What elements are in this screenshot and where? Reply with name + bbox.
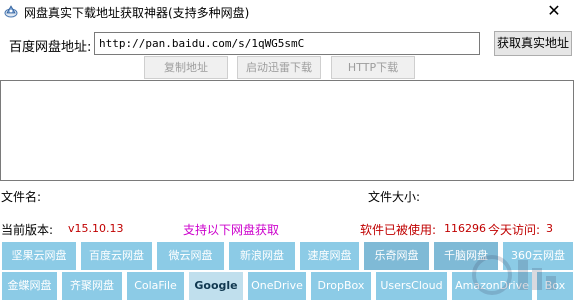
- service-tile-google[interactable]: Google: [189, 272, 243, 300]
- service-tile-dropbox[interactable]: DropBox: [311, 272, 371, 300]
- service-tile-userscloud[interactable]: UsersCloud: [376, 272, 447, 300]
- service-tile-onedrive[interactable]: OneDrive: [248, 272, 306, 300]
- close-button[interactable]: ✕: [534, 0, 574, 24]
- usage-count-label: 软件已被使用:: [360, 223, 437, 237]
- service-tile-jianguoyun[interactable]: 坚果云网盘: [2, 242, 76, 270]
- file-name-label: 文件名:: [1, 190, 42, 204]
- version-label: 当前版本:: [1, 223, 54, 237]
- file-size-label: 文件大小:: [368, 190, 421, 204]
- usage-count-value: 116296: [444, 222, 486, 235]
- window-title: 网盘真实下载地址获取神器(支持多种网盘): [24, 6, 250, 20]
- service-tile-sudu[interactable]: 速度网盘: [300, 242, 359, 270]
- service-tile-xinlang[interactable]: 新浪网盘: [229, 242, 295, 270]
- service-tile-leqi[interactable]: 乐奇网盘: [364, 242, 429, 270]
- today-visits-label: 今天访问:: [488, 223, 541, 237]
- url-label: 百度网盘地址:: [9, 40, 92, 55]
- copy-address-button[interactable]: 复制地址: [144, 56, 228, 79]
- supported-services-label: 支持以下网盘获取: [183, 223, 280, 237]
- start-thunder-download-button[interactable]: 启动迅雷下载: [237, 56, 321, 79]
- service-tile-colafile[interactable]: ColaFile: [127, 272, 184, 300]
- today-visits-value: 3: [546, 222, 553, 235]
- service-tile-weiyun[interactable]: 微云网盘: [157, 242, 224, 270]
- version-value: v15.10.13: [68, 222, 124, 235]
- watermark-logo: [472, 255, 556, 295]
- service-tile-jindie[interactable]: 金蝶网盘: [2, 272, 57, 300]
- service-tile-baiduyun[interactable]: 百度云网盘: [81, 242, 152, 270]
- get-real-address-button[interactable]: 获取真实地址: [494, 31, 572, 56]
- title-bar: 网盘真实下载地址获取神器(支持多种网盘) ✕: [0, 0, 574, 24]
- url-input[interactable]: http://pan.baidu.com/s/1qWG5smC: [94, 32, 480, 55]
- result-text-area[interactable]: [0, 80, 574, 181]
- http-download-button[interactable]: HTTP下载: [331, 56, 415, 79]
- app-icon: [4, 5, 18, 18]
- service-tile-qiju[interactable]: 齐聚网盘: [62, 272, 122, 300]
